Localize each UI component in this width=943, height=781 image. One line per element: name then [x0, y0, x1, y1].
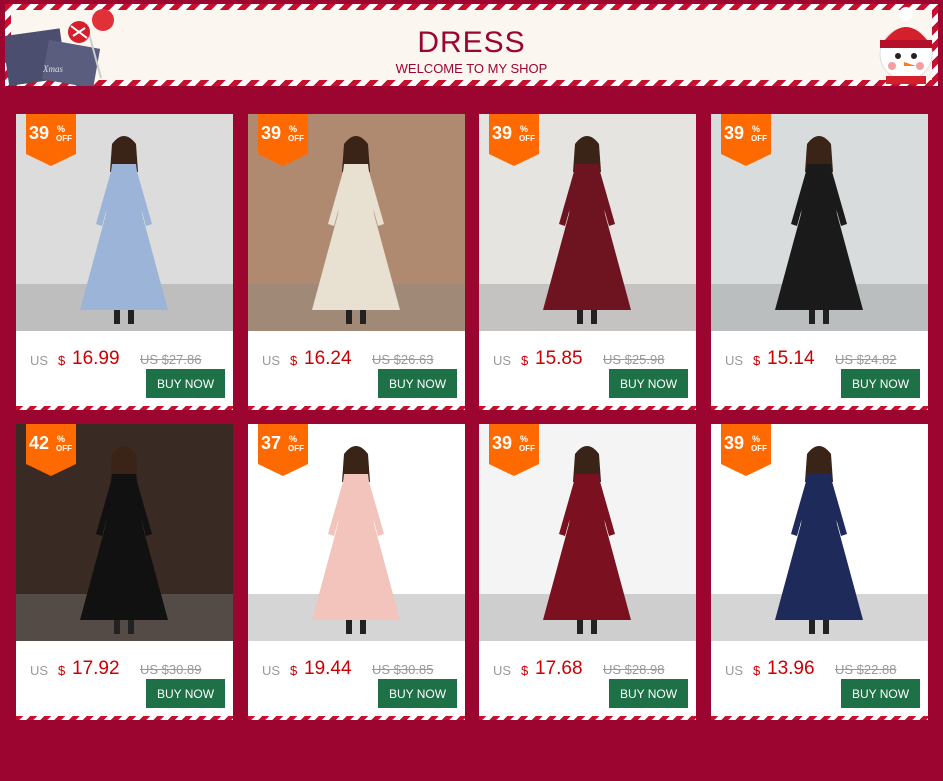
discount-percent-sign: %	[289, 434, 298, 444]
original-price: US $27.86	[140, 352, 202, 367]
original-price: US $30.89	[140, 662, 202, 677]
discount-badge: 39 % OFF	[258, 114, 308, 166]
discount-off-label: OFF	[56, 134, 72, 143]
discount-badge: 39 % OFF	[489, 424, 539, 476]
discount-percent-sign: %	[57, 434, 66, 444]
snowman-decoration	[879, 7, 933, 84]
original-price: US $28.98	[603, 662, 665, 677]
currency-label: US	[262, 663, 281, 678]
sale-price: 15.85	[535, 348, 583, 369]
currency-sign: $	[58, 353, 66, 368]
sale-price: 13.96	[767, 658, 815, 679]
buy-now-button[interactable]: BUY NOW	[841, 679, 920, 708]
card-stripe-border	[248, 406, 465, 410]
card-stripe-border	[16, 406, 233, 410]
discount-off-label: OFF	[519, 134, 535, 143]
discount-off-label: OFF	[751, 134, 767, 143]
banner-panel: Xmas DRESS WELCOME TO MY SHOP	[5, 7, 933, 86]
currency-label: US	[262, 353, 281, 368]
discount-percent-sign: %	[752, 434, 761, 444]
buy-now-button[interactable]: BUY NOW	[146, 679, 225, 708]
discount-badge: 42 % OFF	[26, 424, 76, 476]
discount-value: 37	[261, 433, 282, 453]
currency-label: US	[493, 353, 512, 368]
card-stripe-border	[711, 406, 928, 410]
card-stripe-border	[479, 406, 696, 410]
currency-label: US	[30, 663, 49, 678]
buy-now-button[interactable]: BUY NOW	[841, 369, 920, 398]
buy-now-button[interactable]: BUY NOW	[609, 369, 688, 398]
discount-value: 39	[261, 123, 282, 143]
currency-sign: $	[753, 663, 761, 678]
currency-label: US	[725, 353, 744, 368]
discount-value: 39	[724, 123, 745, 143]
product-card[interactable]: 42 % OFF US $ 17.92 US $30.89 BUY NOW	[16, 424, 233, 720]
currency-sign: $	[290, 663, 298, 678]
currency-sign: $	[58, 663, 66, 678]
product-card[interactable]: 37 % OFF US $ 19.44 US $30.85 BUY NOW	[248, 424, 465, 720]
card-stripe-border	[479, 716, 696, 720]
currency-sign: $	[521, 663, 529, 678]
discount-off-label: OFF	[751, 444, 767, 453]
discount-off-label: OFF	[288, 444, 304, 453]
product-card[interactable]: 39 % OFF US $ 16.99 US $27.86 BUY NOW	[16, 114, 233, 410]
page-subtitle: WELCOME TO MY SHOP	[395, 61, 548, 76]
discount-value: 42	[29, 433, 50, 453]
discount-badge: 39 % OFF	[489, 114, 539, 166]
card-stripe-border	[16, 716, 233, 720]
page-title: DRESS	[417, 26, 526, 59]
discount-badge: 39 % OFF	[721, 424, 771, 476]
product-card[interactable]: 39 % OFF US $ 15.14 US $24.82 BUY NOW	[711, 114, 928, 410]
product-card[interactable]: 39 % OFF US $ 15.85 US $25.98 BUY NOW	[479, 114, 696, 410]
sale-price: 15.14	[767, 348, 815, 369]
discount-badge: 39 % OFF	[26, 114, 76, 166]
discount-percent-sign: %	[752, 124, 761, 134]
sale-price: 19.44	[304, 658, 352, 679]
sale-price: 16.24	[304, 348, 352, 369]
sale-price: 17.68	[535, 658, 583, 679]
product-card[interactable]: 39 % OFF US $ 13.96 US $22.88 BUY NOW	[711, 424, 928, 720]
discount-badge: 37 % OFF	[258, 424, 308, 476]
discount-off-label: OFF	[519, 444, 535, 453]
original-price: US $25.98	[603, 352, 665, 367]
discount-off-label: OFF	[56, 444, 72, 453]
discount-value: 39	[724, 433, 745, 453]
shop-banner: Xmas DRESS WELCOME TO MY SHOP	[5, 4, 938, 86]
currency-label: US	[725, 663, 744, 678]
sale-price: 17.92	[72, 658, 120, 679]
discount-value: 39	[29, 123, 50, 143]
discount-percent-sign: %	[520, 124, 529, 134]
currency-sign: $	[290, 353, 298, 368]
discount-percent-sign: %	[289, 124, 298, 134]
discount-value: 39	[492, 433, 513, 453]
original-price: US $30.85	[372, 662, 434, 677]
discount-percent-sign: %	[520, 434, 529, 444]
currency-label: US	[493, 663, 512, 678]
product-card[interactable]: 39 % OFF US $ 16.24 US $26.63 BUY NOW	[248, 114, 465, 410]
buy-now-button[interactable]: BUY NOW	[609, 679, 688, 708]
buy-now-button[interactable]: BUY NOW	[378, 679, 457, 708]
original-price: US $26.63	[372, 352, 434, 367]
discount-percent-sign: %	[57, 124, 66, 134]
discount-badge: 39 % OFF	[721, 114, 771, 166]
sale-price: 16.99	[72, 348, 120, 369]
card-stripe-border	[248, 716, 465, 720]
product-card[interactable]: 39 % OFF US $ 17.68 US $28.98 BUY NOW	[479, 424, 696, 720]
discount-value: 39	[492, 123, 513, 143]
original-price: US $22.88	[835, 662, 897, 677]
currency-sign: $	[753, 353, 761, 368]
currency-sign: $	[521, 353, 529, 368]
buy-now-button[interactable]: BUY NOW	[378, 369, 457, 398]
buy-now-button[interactable]: BUY NOW	[146, 369, 225, 398]
card-stripe-border	[711, 716, 928, 720]
original-price: US $24.82	[835, 352, 897, 367]
currency-label: US	[30, 353, 49, 368]
discount-off-label: OFF	[288, 134, 304, 143]
